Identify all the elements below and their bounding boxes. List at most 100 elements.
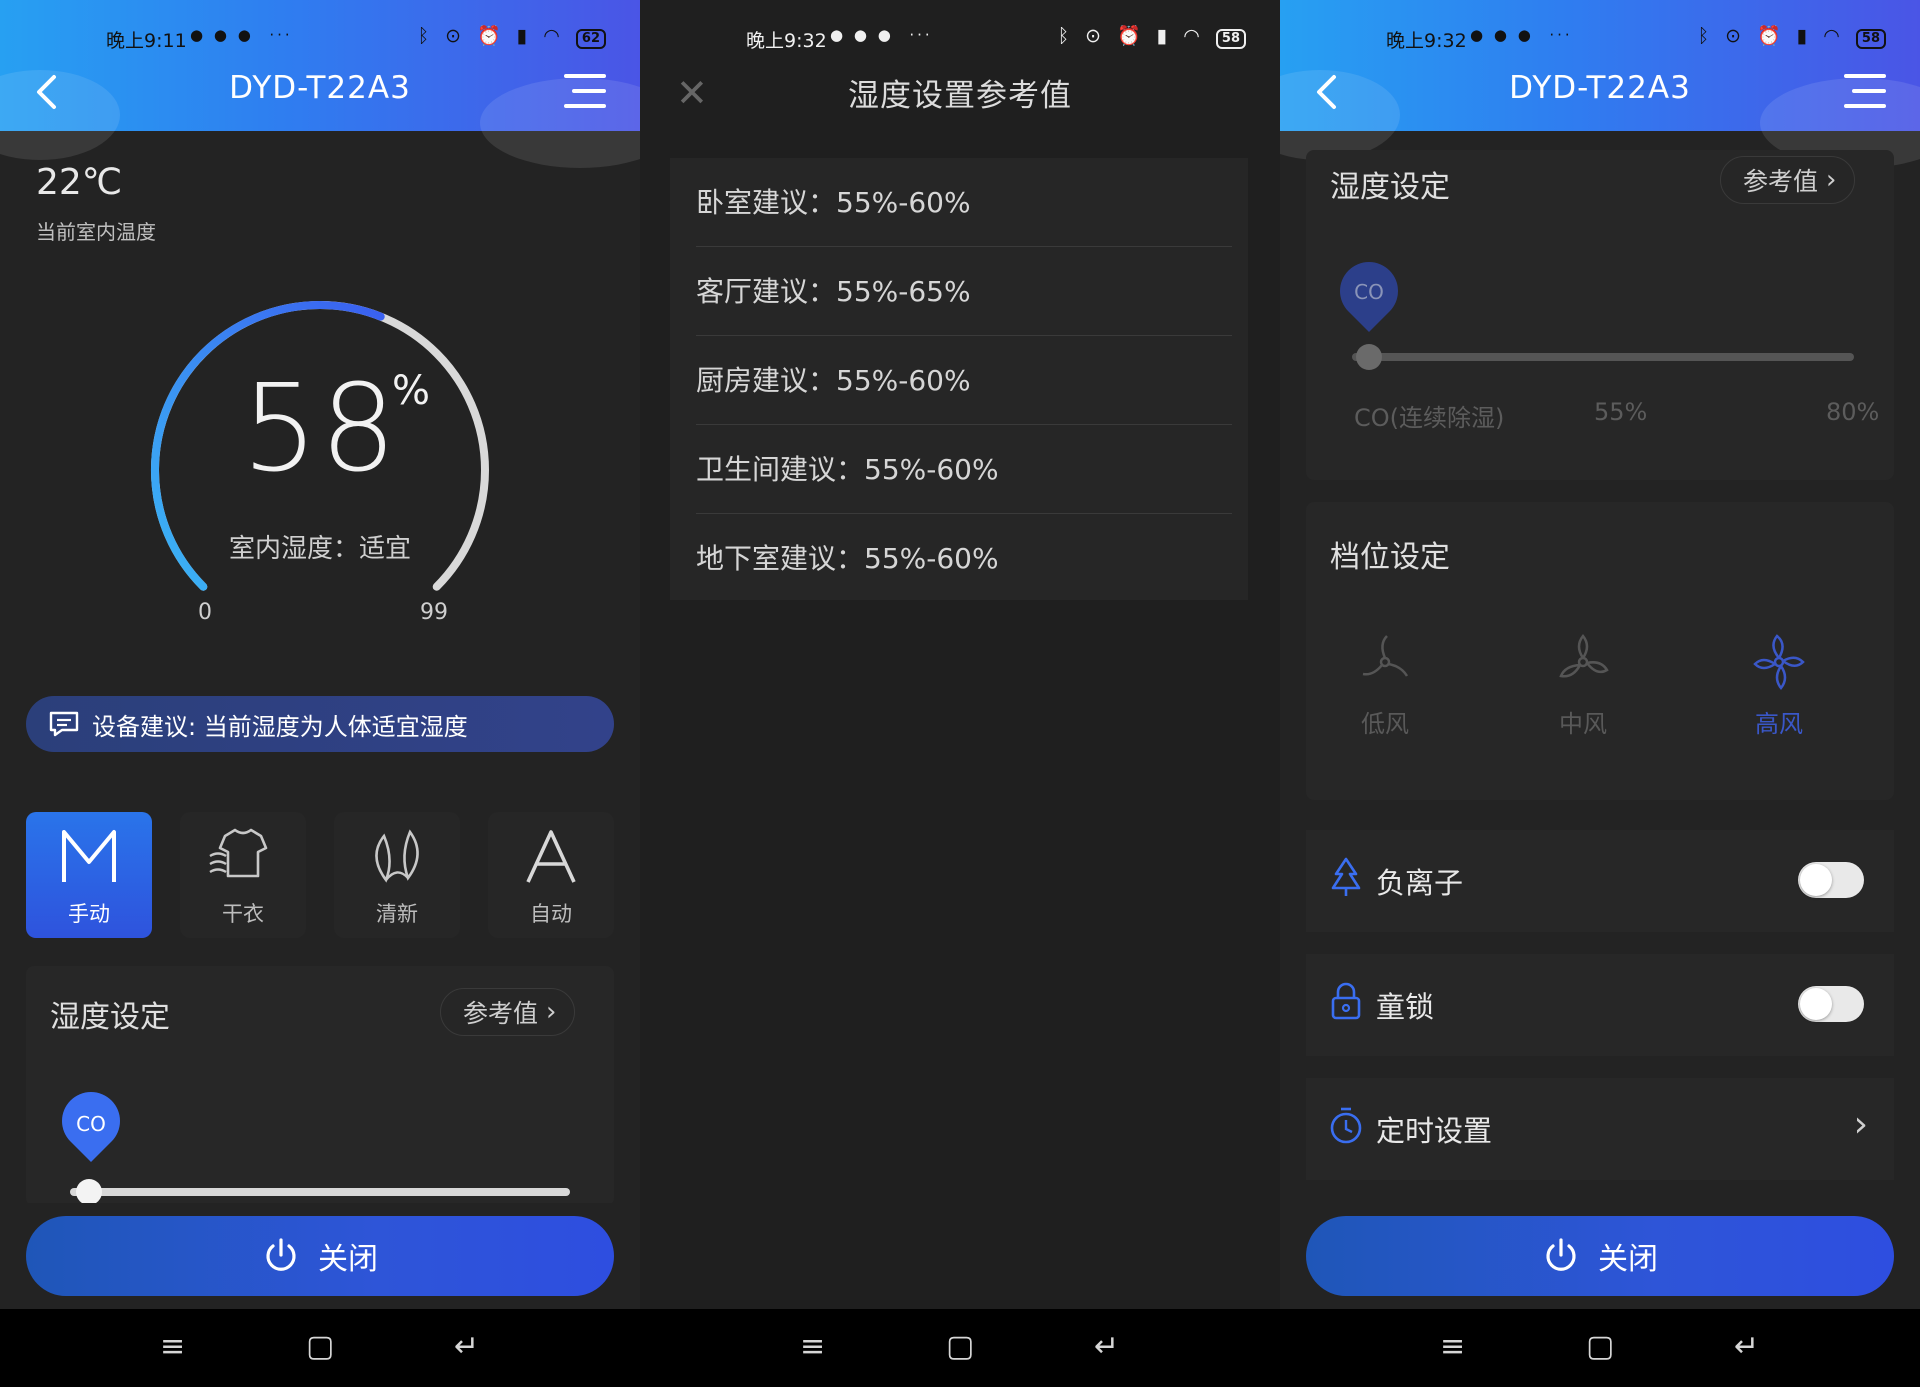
manual-M-icon <box>62 830 116 882</box>
list-item: 客厅建议：55%-65% <box>696 247 1232 336</box>
humidity-slider-knob[interactable] <box>1356 344 1382 370</box>
reference-value-button[interactable]: 参考值 › <box>440 988 576 1036</box>
child-lock-row: 童锁 <box>1306 954 1894 1056</box>
back-nav-icon[interactable]: ↵ <box>454 1329 479 1364</box>
list-item: 厨房建议：55%-60% <box>696 336 1232 425</box>
slider-badge: CO <box>1354 280 1384 304</box>
power-label: 关闭 <box>318 1242 378 1277</box>
status-time: 晚上9:11 <box>106 30 187 52</box>
humidity-setting-card: 湿度设定 参考值 › CO CO(连续除湿) 55% 80% <box>1306 150 1894 480</box>
message-icon <box>49 711 79 737</box>
mode-label: 清新 <box>376 902 418 926</box>
fan-label: 中风 <box>1559 710 1607 738</box>
home-icon[interactable]: ▢ <box>306 1329 334 1364</box>
notification-icons: ● ● ● ··· <box>1470 26 1573 44</box>
status-bar: 晚上9:11 ● ● ● ··· ᛒ ⊙ ⏰ ▮ ◠ 62 <box>0 18 640 58</box>
status-time: 晚上9:32 <box>1386 30 1467 52</box>
humidity-status: 室内湿度：适宜 <box>228 534 411 564</box>
humidity-reference-screen: 晚上9:32 ● ● ● ··· ᛒ ⊙ ⏰ ▮ ◠ 58 ✕ 湿度设置参考值 … <box>640 0 1280 1387</box>
child-lock-label: 童锁 <box>1376 990 1435 1024</box>
fan-high-icon <box>1753 634 1805 691</box>
device-advice-banner: 设备建议: 当前湿度为人体适宜湿度 <box>26 696 614 752</box>
section-title: 档位设定 <box>1330 540 1450 575</box>
system-icons: ᛒ ⊙ ⏰ ▮ ◠ 62 <box>418 24 606 49</box>
mode-label: 自动 <box>530 902 572 926</box>
list-item: 卫生间建议：55%-60% <box>696 425 1232 514</box>
mode-dry-clothes-button[interactable]: 干衣 <box>180 812 306 938</box>
mode-label: 手动 <box>68 902 110 926</box>
gauge-min-label: 0 <box>198 600 212 625</box>
battery-icon: 58 <box>1855 29 1886 49</box>
system-icons: ᛒ ⊙ ⏰ ▮ ◠ 58 <box>1698 24 1886 49</box>
slider-label-co: CO(连续除湿) <box>1354 404 1505 432</box>
device-settings-screen: 晚上9:32 ● ● ● ··· ᛒ ⊙ ⏰ ▮ ◠ 58 DYD-T22A3 … <box>1280 0 1920 1387</box>
power-off-button[interactable]: 关闭 <box>1306 1216 1894 1296</box>
recent-apps-icon[interactable]: ≡ <box>160 1329 185 1364</box>
timer-setting-row[interactable]: 定时设置 › <box>1306 1078 1894 1180</box>
chevron-right-icon: › <box>1853 1104 1868 1145</box>
slider-badge: CO <box>76 1112 106 1136</box>
system-nav-bar: ≡ ▢ ↵ <box>0 1309 640 1387</box>
reference-list: 卧室建议：55%-60% 客厅建议：55%-65% 厨房建议：55%-60% 卫… <box>670 158 1248 600</box>
fan-high-button[interactable]: 高风 <box>1724 632 1834 739</box>
recent-apps-icon[interactable]: ≡ <box>800 1329 825 1364</box>
device-main-screen: 晚上9:11 ● ● ● ··· ᛒ ⊙ ⏰ ▮ ◠ 62 DYD-T22A3 … <box>0 0 640 1387</box>
notification-icons: ● ● ● ··· <box>830 26 933 44</box>
menu-icon[interactable] <box>564 74 606 110</box>
fan-medium-icon <box>1559 633 1609 678</box>
power-icon <box>266 1238 296 1271</box>
anion-toggle[interactable] <box>1798 862 1864 898</box>
fan-speed-card: 档位设定 低风 中风 高风 <box>1306 502 1894 800</box>
reference-button-label: 参考值 <box>1743 167 1819 196</box>
reference-button-label: 参考值 <box>463 999 539 1028</box>
anion-label: 负离子 <box>1376 866 1464 900</box>
humidity-setting-card: 湿度设定 参考值 › CO <box>26 966 614 1206</box>
mode-selector: 手动 干衣 清新 自动 <box>26 812 616 938</box>
mode-manual-button[interactable]: 手动 <box>26 812 152 938</box>
system-nav-bar: ≡ ▢ ↵ <box>1280 1309 1920 1387</box>
power-off-button[interactable]: 关闭 <box>26 1216 614 1296</box>
home-icon[interactable]: ▢ <box>946 1329 974 1364</box>
home-icon[interactable]: ▢ <box>1586 1329 1614 1364</box>
mode-fresh-button[interactable]: 清新 <box>334 812 460 938</box>
battery-icon: 58 <box>1215 29 1246 49</box>
power-icon <box>1546 1238 1576 1271</box>
tree-icon <box>1331 857 1361 896</box>
chevron-right-icon: › <box>1826 165 1837 195</box>
slider-label-55: 55% <box>1594 398 1648 426</box>
section-title: 湿度设定 <box>50 1000 170 1035</box>
app-header: 晚上9:11 ● ● ● ··· ᛒ ⊙ ⏰ ▮ ◠ 62 DYD-T22A3 <box>0 0 640 168</box>
child-lock-toggle[interactable] <box>1798 986 1864 1022</box>
battery-icon: 62 <box>575 29 606 49</box>
reference-value-button[interactable]: 参考值 › <box>1720 156 1856 204</box>
temperature-label: 当前室内温度 <box>36 220 156 244</box>
dry-clothes-icon <box>209 828 268 878</box>
fan-low-icon <box>1362 635 1409 677</box>
power-label: 关闭 <box>1598 1242 1658 1277</box>
humidity-slider-track[interactable] <box>1352 353 1854 361</box>
back-nav-icon[interactable]: ↵ <box>1094 1329 1119 1364</box>
app-header: 晚上9:32 ● ● ● ··· ᛒ ⊙ ⏰ ▮ ◠ 58 ✕ 湿度设置参考值 <box>640 0 1280 131</box>
humidity-slider-track[interactable] <box>70 1188 570 1196</box>
back-nav-icon[interactable]: ↵ <box>1734 1329 1759 1364</box>
slider-label-80: 80% <box>1826 398 1880 426</box>
menu-icon[interactable] <box>1844 74 1886 110</box>
status-bar: 晚上9:32 ● ● ● ··· ᛒ ⊙ ⏰ ▮ ◠ 58 <box>1280 18 1920 58</box>
humidity-unit: % <box>392 368 431 414</box>
fan-medium-button[interactable]: 中风 <box>1528 632 1638 739</box>
anion-row: 负离子 <box>1306 830 1894 932</box>
timer-icon <box>1330 1107 1362 1144</box>
humidity-value: 58 <box>241 360 399 499</box>
more-indicator: ··· <box>909 26 933 44</box>
timer-label: 定时设置 <box>1376 1114 1493 1148</box>
section-title: 湿度设定 <box>1330 170 1450 205</box>
humidity-slider-knob[interactable] <box>76 1179 102 1205</box>
mode-label: 干衣 <box>222 902 264 926</box>
more-indicator: ··· <box>269 26 293 44</box>
page-title: DYD-T22A3 <box>229 70 411 106</box>
fan-low-button[interactable]: 低风 <box>1330 632 1440 739</box>
mode-auto-button[interactable]: 自动 <box>488 812 614 938</box>
more-indicator: ··· <box>1549 26 1573 44</box>
recent-apps-icon[interactable]: ≡ <box>1440 1329 1465 1364</box>
fan-label: 高风 <box>1755 710 1803 738</box>
